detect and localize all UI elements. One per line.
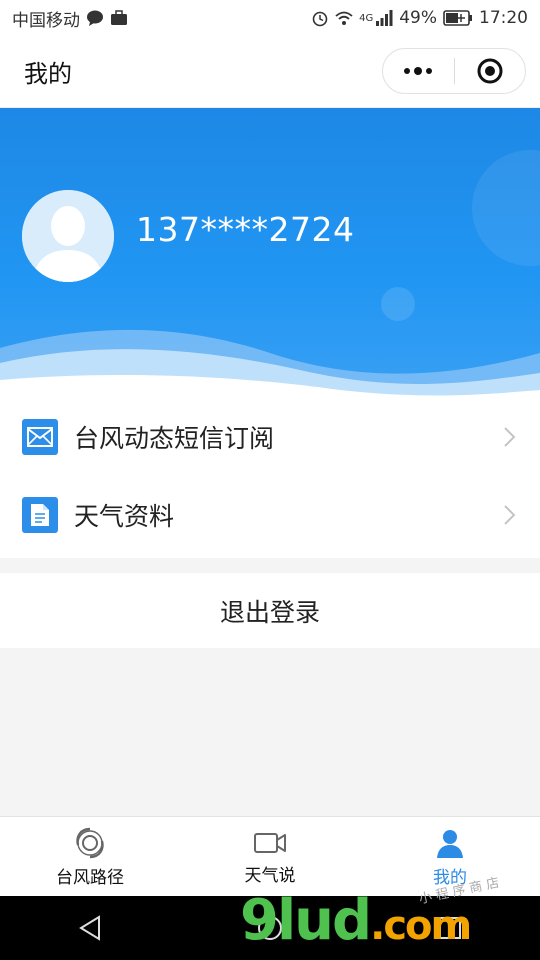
tab-label: 天气说 bbox=[244, 865, 296, 886]
watermark-suffix: .com bbox=[370, 903, 472, 949]
menu-item-label: 台风动态短信订阅 bbox=[74, 424, 275, 453]
alarm-icon bbox=[312, 11, 328, 27]
battery-icon bbox=[443, 10, 472, 26]
page-title: 我的 bbox=[24, 60, 72, 88]
back-triangle-icon[interactable] bbox=[77, 914, 103, 942]
clock-time: 17:20 bbox=[479, 8, 528, 28]
tab-typhoon-path[interactable]: 台风路径 bbox=[0, 817, 180, 897]
envelope-glyph bbox=[27, 427, 53, 447]
briefcase-icon bbox=[111, 10, 127, 25]
logout-button[interactable]: 退出登录 bbox=[0, 573, 540, 648]
mail-icon bbox=[22, 419, 58, 455]
battery-percent: 49% bbox=[399, 8, 437, 28]
more-dots-icon bbox=[404, 67, 433, 75]
document-icon bbox=[22, 497, 58, 533]
more-button[interactable] bbox=[383, 49, 454, 93]
carrier-name: 中国移动 bbox=[12, 10, 80, 31]
user-icon bbox=[437, 829, 463, 858]
typhoon-icon bbox=[76, 827, 104, 858]
menu-item-label: 天气资料 bbox=[74, 502, 175, 531]
mini-program-capsule bbox=[382, 48, 526, 94]
signal-icon bbox=[376, 10, 393, 26]
watermark-main: 9lud bbox=[240, 888, 372, 953]
menu-item-weather-data[interactable]: 天气资料 bbox=[0, 476, 540, 554]
tab-label: 台风路径 bbox=[56, 867, 124, 888]
menu-item-sms-subscription[interactable]: 台风动态短信订阅 bbox=[0, 398, 540, 476]
document-glyph bbox=[31, 504, 49, 526]
tab-weather-talk[interactable]: 天气说 bbox=[180, 817, 360, 897]
menu-list: 台风动态短信订阅 天气资料 bbox=[0, 398, 540, 558]
chevron-right-icon bbox=[504, 505, 516, 525]
chat-icon bbox=[87, 10, 103, 26]
close-button[interactable] bbox=[455, 49, 526, 93]
target-close-icon bbox=[477, 58, 503, 84]
default-avatar-icon bbox=[22, 190, 114, 282]
profile-banner: 137****2724 bbox=[0, 108, 540, 398]
nav-bar: 我的 bbox=[0, 36, 540, 108]
network-type: 4G bbox=[359, 12, 374, 24]
wifi-icon bbox=[335, 11, 353, 25]
user-phone-number: 137****2724 bbox=[136, 210, 355, 249]
chevron-right-icon bbox=[504, 427, 516, 447]
avatar[interactable] bbox=[22, 190, 114, 282]
video-icon bbox=[254, 832, 286, 853]
status-bar: 中国移动 4G 49% 17:20 bbox=[0, 0, 540, 36]
